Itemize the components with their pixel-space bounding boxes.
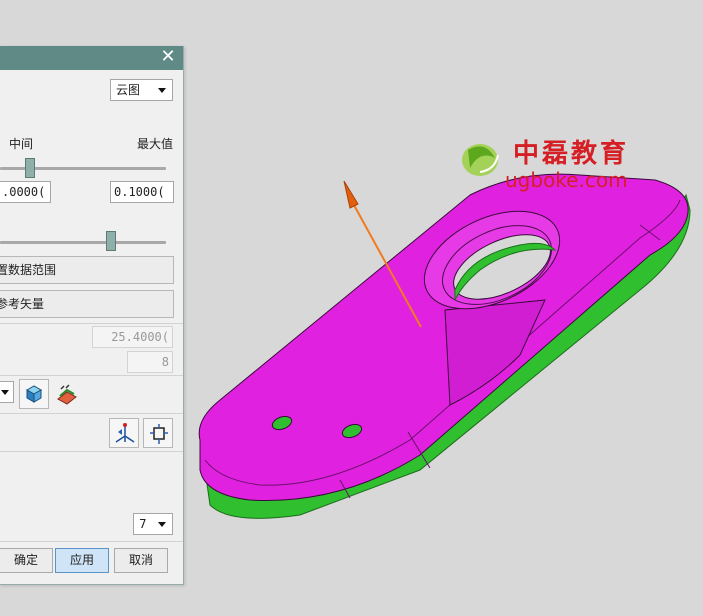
dropdown-arrow-icon (158, 88, 166, 93)
set-data-range-button[interactable]: 置数据范围 (0, 256, 174, 284)
shaded-view-cube-icon (25, 385, 43, 403)
second-slider-thumb[interactable] (106, 231, 116, 251)
range-slider-thumb[interactable] (25, 158, 35, 178)
separator (0, 323, 183, 324)
min-value-field[interactable]: .0000( (0, 181, 51, 203)
watermark-chinese: 中磊教育 (513, 139, 630, 169)
dialog-titlebar[interactable]: ✕ (0, 46, 183, 70)
separator (0, 413, 183, 414)
reference-vector-label: 参考矢量 (0, 297, 45, 311)
face-analysis-button[interactable] (51, 379, 81, 409)
disabled-value-field: 25.4000( (92, 326, 173, 348)
second-slider-track[interactable] (0, 241, 166, 244)
face-analysis-display-icon (57, 384, 77, 405)
display-mode-select[interactable]: 云图 (110, 79, 173, 101)
watermark-logo (462, 144, 499, 176)
display-mode-value: 云图 (116, 83, 141, 97)
max-value-field[interactable]: 0.1000( (110, 181, 174, 203)
top-face (198, 173, 689, 501)
separator (0, 541, 183, 542)
separator (0, 375, 183, 376)
watermark-url: ugboke.com (505, 168, 628, 192)
separator (0, 451, 183, 452)
middle-label: 中间 (9, 137, 34, 151)
apply-button[interactable]: 应用 (55, 548, 109, 573)
set-data-range-label: 置数据范围 (0, 263, 57, 277)
swap-direction-button[interactable] (143, 418, 173, 448)
levels-select[interactable]: 7 (133, 513, 173, 535)
option-dropdown[interactable] (0, 381, 14, 403)
vector-arrow-head[interactable] (343, 180, 359, 209)
shaded-view-button[interactable] (19, 379, 49, 409)
swap-direction-icon (150, 424, 168, 444)
vector-axis-button[interactable] (109, 418, 139, 448)
dropdown-arrow-icon (158, 522, 166, 527)
vector-axis-icon (115, 423, 135, 443)
levels-value: 7 (139, 517, 147, 531)
close-icon[interactable]: ✕ (159, 48, 177, 66)
reference-vector-button[interactable]: 参考矢量 (0, 290, 174, 318)
ok-button[interactable]: 确定 (0, 548, 53, 573)
max-label: 最大值 (137, 137, 174, 151)
cancel-button[interactable]: 取消 (114, 548, 168, 573)
analysis-dialog: ✕ 云图 中间 最大值 .0000( 0.1000( 置数据范围 参考矢量 25… (0, 46, 184, 585)
disabled-count-field: 8 (127, 351, 173, 373)
dropdown-arrow-icon (1, 390, 9, 395)
